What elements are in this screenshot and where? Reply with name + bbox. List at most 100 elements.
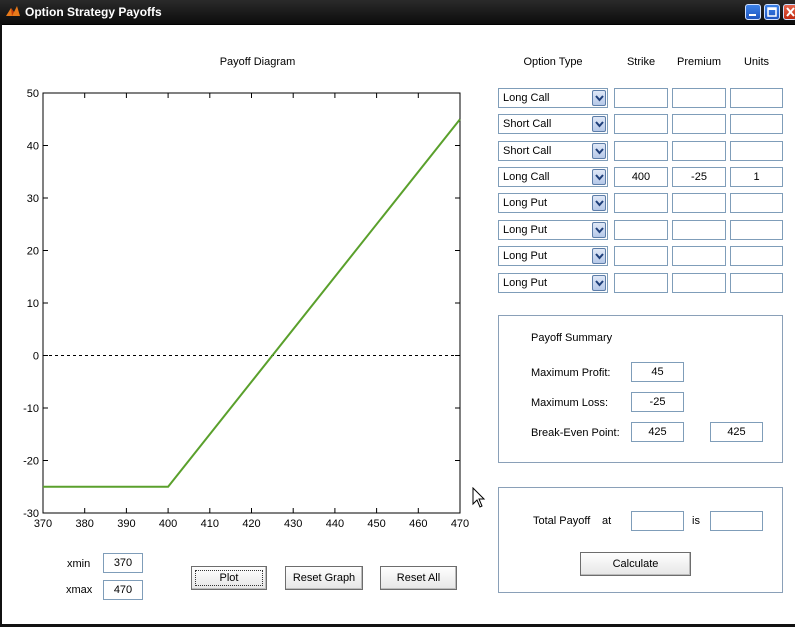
strike-input[interactable] xyxy=(614,114,668,134)
premium-input[interactable] xyxy=(672,273,726,293)
summary-title: Payoff Summary xyxy=(531,332,613,344)
xmin-input[interactable]: 370 xyxy=(103,553,143,573)
chevron-down-icon xyxy=(595,148,604,155)
chevron-down-icon xyxy=(595,174,604,181)
is-field[interactable] xyxy=(710,511,763,531)
option-type-select[interactable]: Long Put xyxy=(498,220,608,240)
max-profit-field[interactable]: 45 xyxy=(631,362,684,382)
units-input[interactable] xyxy=(730,114,783,134)
dropdown-button[interactable] xyxy=(592,275,606,291)
payoff-chart: 370 380 390 400 410 420 430 440 450 460 470-30-20-… xyxy=(23,88,469,530)
chevron-down-icon xyxy=(595,200,604,207)
max-loss-label: Maximum Loss: xyxy=(531,397,609,409)
dropdown-button[interactable] xyxy=(592,195,606,211)
maximize-button[interactable] xyxy=(764,4,780,20)
x-tick-label: 460 xyxy=(409,518,427,530)
y-tick-label: -10 xyxy=(23,403,39,415)
breakeven-label: Break-Even Point: xyxy=(531,427,620,439)
premium-input[interactable] xyxy=(672,88,726,108)
header-strike: Strike xyxy=(626,56,656,68)
matlab-logo-icon xyxy=(6,6,20,16)
y-tick-label: 30 xyxy=(27,193,39,205)
at-input[interactable] xyxy=(631,511,684,531)
header-option-type: Option Type xyxy=(523,56,583,68)
option-type-select[interactable]: Long Call xyxy=(498,88,608,108)
units-input[interactable] xyxy=(730,246,783,266)
units-input[interactable] xyxy=(730,88,783,108)
dropdown-button[interactable] xyxy=(592,90,606,106)
max-loss-field[interactable]: -25 xyxy=(631,392,684,412)
dropdown-button[interactable] xyxy=(592,143,606,159)
strike-input[interactable] xyxy=(614,141,668,161)
xmax-input[interactable]: 470 xyxy=(103,580,143,600)
xmax-label: xmax xyxy=(66,584,93,596)
total-payoff-label: Total Payoff xyxy=(533,515,591,527)
breakeven-field-1[interactable]: 425 xyxy=(631,422,684,442)
units-input[interactable] xyxy=(730,273,783,293)
units-input[interactable]: 1 xyxy=(730,167,783,187)
x-tick-label: 420 xyxy=(242,518,260,530)
y-tick-label: 40 xyxy=(27,141,39,153)
close-button[interactable] xyxy=(783,4,795,20)
x-tick-label: 440 xyxy=(326,518,344,530)
calculate-button[interactable]: Calculate xyxy=(580,552,691,576)
total-payoff-panel xyxy=(498,487,783,593)
breakeven-field-2[interactable]: 425 xyxy=(710,422,763,442)
x-tick-label: 430 xyxy=(284,518,302,530)
premium-input[interactable] xyxy=(672,220,726,240)
units-input[interactable] xyxy=(730,141,783,161)
at-label: at xyxy=(602,515,612,527)
option-type-value: Long Put xyxy=(503,197,548,209)
premium-input[interactable] xyxy=(672,246,726,266)
chevron-down-icon xyxy=(595,280,604,287)
option-type-value: Long Put xyxy=(503,277,548,289)
reset-graph-button[interactable]: Reset Graph xyxy=(285,566,363,590)
strike-input[interactable] xyxy=(614,193,668,213)
xmin-label: xmin xyxy=(67,558,91,570)
is-label: is xyxy=(692,515,700,527)
option-type-select[interactable]: Long Call xyxy=(498,167,608,187)
x-tick-label: 380 xyxy=(76,518,94,530)
option-type-select[interactable]: Long Put xyxy=(498,193,608,213)
units-input[interactable] xyxy=(730,193,783,213)
y-tick-label: 20 xyxy=(27,246,39,258)
plot-button[interactable]: Plot xyxy=(191,566,267,590)
dropdown-button[interactable] xyxy=(592,116,606,132)
option-type-select[interactable]: Long Put xyxy=(498,246,608,266)
dropdown-button[interactable] xyxy=(592,169,606,185)
strike-input[interactable] xyxy=(614,273,668,293)
plot-area xyxy=(42,92,461,514)
chevron-down-icon xyxy=(595,121,604,128)
option-type-select[interactable]: Short Call xyxy=(498,141,608,161)
premium-input[interactable] xyxy=(672,141,726,161)
header-units: Units xyxy=(743,56,770,68)
strike-input[interactable] xyxy=(614,88,668,108)
units-input[interactable] xyxy=(730,220,783,240)
title-bar: Option Strategy Payoffs xyxy=(0,0,795,25)
reset-all-button[interactable]: Reset All xyxy=(380,566,457,590)
y-tick-label: -30 xyxy=(23,508,39,520)
y-tick-label: -20 xyxy=(23,456,39,468)
strike-input[interactable]: 400 xyxy=(614,167,668,187)
option-type-value: Long Call xyxy=(503,92,550,104)
chevron-down-icon xyxy=(595,227,604,234)
option-type-select[interactable]: Long Put xyxy=(498,273,608,293)
premium-input[interactable] xyxy=(672,193,726,213)
strike-input[interactable] xyxy=(614,220,668,240)
chevron-down-icon xyxy=(595,95,604,102)
premium-input[interactable]: -25 xyxy=(672,167,726,187)
option-type-value: Long Put xyxy=(503,224,548,236)
x-tick-label: 400 xyxy=(159,518,177,530)
minimize-icon xyxy=(749,14,756,16)
dropdown-button[interactable] xyxy=(592,248,606,264)
option-type-value: Short Call xyxy=(503,118,552,130)
x-tick-label: 450 xyxy=(367,518,385,530)
strike-input[interactable] xyxy=(614,246,668,266)
option-type-select[interactable]: Short Call xyxy=(498,114,608,134)
premium-input[interactable] xyxy=(672,114,726,134)
header-premium: Premium xyxy=(676,56,721,68)
x-tick-label: 470 xyxy=(451,518,469,530)
minimize-button[interactable] xyxy=(745,4,761,20)
option-type-value: Short Call xyxy=(503,145,552,157)
dropdown-button[interactable] xyxy=(592,222,606,238)
